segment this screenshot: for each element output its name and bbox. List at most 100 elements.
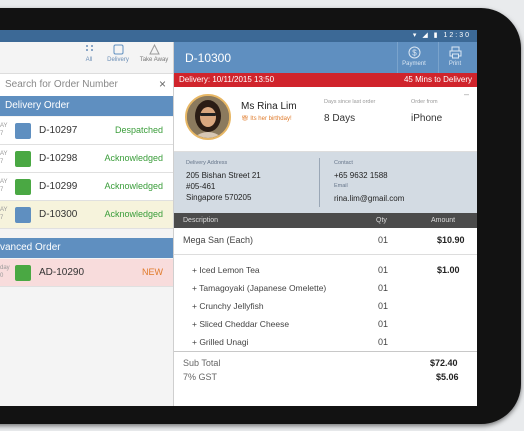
order-row[interactable]: AY 7 D-10299 Acknowledged [0, 173, 173, 201]
item-description: + Sliced Cheddar Cheese [192, 319, 290, 329]
order-list-pane: All Delivery Take Away Search for Order … [0, 42, 174, 406]
address-label: Delivery Address [186, 160, 228, 166]
status-time: 12:30 [443, 32, 471, 39]
contact-label: Contact [334, 160, 353, 166]
days-since-value: 8 Days [324, 113, 356, 124]
payment-button[interactable]: $ Payment [397, 42, 430, 73]
item-description: + Crunchy Jellyfish [192, 301, 264, 311]
advanced-order-title: vanced Order [0, 242, 61, 253]
order-id: AD-10290 [39, 267, 85, 278]
item-description: + Grilled Unagi [192, 337, 249, 347]
order-time: AY 7 [0, 207, 8, 221]
order-type-icon [15, 123, 31, 139]
clear-search-icon[interactable]: × [159, 77, 166, 91]
order-type-icon [15, 207, 31, 223]
order-time: AY 7 [0, 151, 8, 165]
dollar-icon: $ [408, 46, 420, 59]
order-row[interactable]: AY 7 D-10300 Acknowledged [0, 201, 173, 229]
order-detail-header: D-10300 $ Payment Print [174, 42, 477, 73]
address-line-2: #05-461 [186, 182, 216, 191]
item-description: Mega San (Each) [183, 235, 254, 245]
order-id: D-10298 [39, 153, 78, 164]
item-amount: $1.00 [437, 265, 460, 275]
gst-label: 7% GST [183, 372, 218, 382]
addon-item-row: + Grilled Unagi 01 [174, 334, 477, 352]
item-description: + Iced Lemon Tea [192, 265, 260, 275]
customer-name: Ms Rina Lim [241, 101, 297, 112]
order-row[interactable]: day 0 AD-10290 NEW [0, 259, 173, 287]
order-status: Acknowledged [104, 181, 163, 191]
advanced-order-header: vanced Order [0, 238, 173, 258]
customer-card: Ms Rina Lim 🎁︎ Its her birthday! Days si… [174, 87, 477, 152]
order-from-label: Order from [411, 99, 438, 105]
item-divider [174, 254, 477, 255]
filter-delivery[interactable]: Delivery [101, 44, 135, 63]
item-qty: 01 [378, 319, 389, 329]
box-icon [113, 44, 123, 55]
tablet-screen: ▾ ◢ ▮ 12:30 All Delivery Take Away Searc… [0, 30, 477, 406]
search-input[interactable]: Search for Order Number [5, 79, 118, 90]
col-amount: Amount [431, 217, 456, 224]
item-qty: 01 [378, 337, 389, 347]
order-time: AY 7 [0, 123, 8, 137]
delivery-order-header: Delivery Order [0, 96, 173, 116]
order-type-icon [15, 265, 31, 281]
gst-value: $5.06 [436, 372, 459, 382]
order-filters: All Delivery Take Away [0, 42, 173, 73]
item-description: + Tamagoyaki (Japanese Omelette) [192, 283, 327, 293]
order-time: AY 7 [0, 179, 8, 193]
totals-divider [174, 351, 477, 352]
item-amount: $10.90 [437, 235, 465, 245]
collapse-icon[interactable]: – [464, 89, 469, 99]
triangle-icon [148, 44, 160, 55]
order-type-icon [15, 179, 31, 195]
order-row[interactable]: AY 7 D-10297 Despatched [0, 117, 173, 145]
payment-label: Payment [402, 61, 426, 67]
order-detail-pane: D-10300 $ Payment Print Delivery: 10/11/… [174, 42, 477, 406]
order-time: day 0 [0, 265, 10, 279]
order-id: D-10300 [39, 209, 78, 220]
address-line-1: 205 Bishan Street 21 [186, 171, 261, 180]
days-since-label: Days since last order [324, 99, 376, 105]
filter-delivery-label: Delivery [107, 57, 129, 63]
col-description: Description [183, 217, 219, 224]
printer-icon [449, 46, 461, 59]
filter-takeaway-label: Take Away [139, 57, 169, 63]
avatar [185, 94, 231, 140]
item-qty: 01 [378, 283, 389, 293]
gst-row: 7% GST $5.06 [174, 369, 477, 387]
subtotal-label: Sub Total [183, 358, 221, 368]
addon-item-row: + Crunchy Jellyfish 01 [174, 298, 477, 316]
order-status: Acknowledged [104, 209, 163, 219]
order-status: NEW [142, 267, 163, 277]
order-type-icon [15, 151, 31, 167]
order-row[interactable]: AY 7 D-10298 Acknowledged [0, 145, 173, 173]
grid-icon [85, 45, 93, 51]
order-status: Acknowledged [104, 153, 163, 163]
gift-icon: 🎁︎ [241, 116, 251, 122]
filter-takeaway[interactable]: Take Away [137, 44, 171, 63]
item-qty: 01 [378, 235, 389, 245]
delivery-order-title: Delivery Order [5, 100, 70, 111]
svg-text:$: $ [412, 49, 417, 58]
email-value: rina.lim@gmail.com [334, 194, 405, 203]
addon-item-row: + Sliced Cheddar Cheese 01 [174, 316, 477, 334]
order-detail-id: D-10300 [185, 51, 232, 65]
print-button[interactable]: Print [438, 42, 471, 73]
customer-photo [187, 96, 229, 138]
addon-item-row: + Tamagoyaki (Japanese Omelette) 01 [174, 280, 477, 298]
info-divider [319, 158, 320, 207]
birthday-note: 🎁︎ Its her birthday! [241, 115, 292, 122]
contact-value: +65 9632 1588 [334, 171, 388, 180]
item-qty: 01 [378, 301, 389, 311]
item-qty: 01 [378, 265, 389, 275]
filter-all-label: All [85, 57, 93, 63]
search-bar[interactable]: Search for Order Number × [0, 73, 173, 97]
main-item-row: Mega San (Each) 01 $10.90 [174, 232, 477, 250]
print-label: Print [448, 61, 462, 67]
delivery-banner: Delivery: 10/11/2015 13:50 45 Mins to De… [174, 73, 477, 87]
order-id: D-10297 [39, 125, 78, 136]
email-label: Email [334, 183, 348, 189]
order-from-value: iPhone [411, 113, 443, 124]
delivery-info: Delivery Address 205 Bishan Street 21 #0… [174, 152, 477, 213]
